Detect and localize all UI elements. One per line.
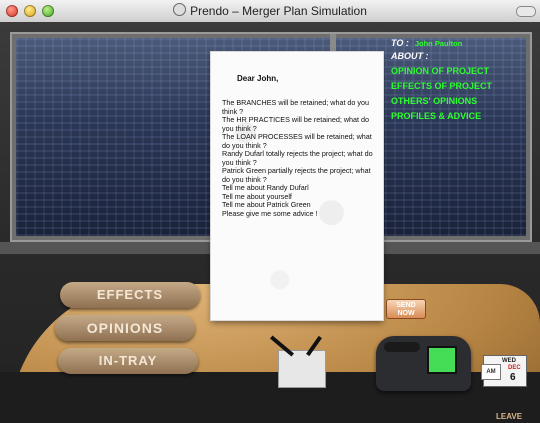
calendar-ampm: AM (481, 364, 501, 380)
send-button-line2: NOW (397, 310, 415, 317)
letter-greeting: Dear John, (237, 74, 279, 83)
letter-line: Patrick Green partially rejects the proj… (222, 166, 371, 184)
window-title-text: Prendo – Merger Plan Simulation (190, 4, 367, 18)
effects-tab-button[interactable]: EFFECTS (60, 282, 200, 308)
recipient-name: John Paulton (414, 39, 463, 48)
letter-line: Randy Dufarl totally rejects the project… (222, 149, 373, 167)
desk-calendar: AM WED DEC 6 (481, 355, 527, 387)
letter-line: The HR PRACTICES will be retained; what … (222, 115, 370, 133)
window-title: Prendo – Merger Plan Simulation (0, 3, 540, 18)
leave-button[interactable]: LEAVE (496, 412, 522, 421)
opinions-tab-button[interactable]: OPINIONS (55, 315, 195, 341)
letter-line: The LOAN PROCESSES will be retained; wha… (222, 132, 372, 150)
calendar-date: 6 (510, 372, 516, 383)
office-scene: EFFECTS OPINIONS IN-TRAY Dear John, The … (0, 22, 540, 423)
about-opinion-of-project-link[interactable]: OPINION OF PROJECT (391, 66, 533, 76)
toolbar-toggle-button[interactable] (516, 6, 536, 17)
phone-screen (427, 346, 457, 374)
phone-handset-icon (384, 342, 420, 352)
calendar-day: WED (502, 358, 516, 364)
letter-body: The BRANCHES will be retained; what do y… (222, 98, 378, 218)
in-tray-tab-button[interactable]: IN-TRAY (58, 348, 198, 374)
about-others-opinions-link[interactable]: OTHERS' OPINIONS (391, 96, 533, 106)
about-label: ABOUT : (391, 51, 429, 61)
pen-holder (278, 350, 326, 388)
app-window: Prendo – Merger Plan Simulation EFFECTS … (0, 0, 540, 423)
title-bar: Prendo – Merger Plan Simulation (0, 0, 540, 23)
letter-line: Please give me some advice ! (222, 208, 318, 218)
app-icon (173, 3, 187, 16)
about-effects-of-project-link[interactable]: EFFECTS OF PROJECT (391, 81, 533, 91)
about-profiles-advice-link[interactable]: PROFILES & ADVICE (391, 111, 533, 121)
send-button-line1: SEND (396, 302, 416, 309)
desk-phone[interactable] (376, 336, 471, 391)
message-letter: Dear John, The BRANCHES will be retained… (211, 52, 383, 320)
to-label: TO : (391, 38, 409, 48)
send-now-button[interactable]: SEND NOW (386, 299, 426, 319)
message-panel: TO : John Paulton ABOUT : OPINION OF PROJ… (391, 38, 533, 121)
to-row: TO : John Paulton (391, 38, 533, 48)
letter-line: The BRANCHES will be retained; what do y… (222, 98, 370, 116)
calendar-month: DEC (508, 365, 521, 371)
